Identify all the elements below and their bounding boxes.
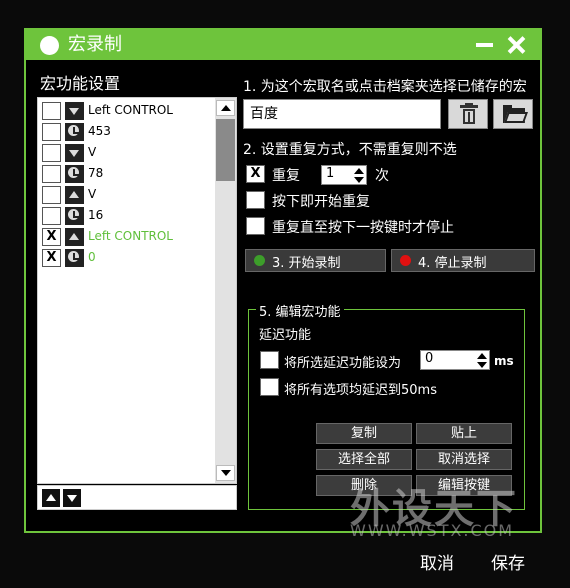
paste-button[interactable]: 贴上: [416, 423, 512, 444]
list-item-text: V: [88, 145, 97, 159]
clock-icon: [65, 249, 84, 267]
delay-value-stepper[interactable]: 0: [420, 350, 490, 370]
green-status-icon: [254, 255, 265, 266]
list-item-checkbox[interactable]: X: [42, 228, 61, 246]
red-status-icon: [400, 255, 411, 266]
delay-value: 0: [425, 351, 434, 366]
save-button[interactable]: 保存: [491, 549, 525, 574]
list-item-text: V: [88, 187, 97, 201]
scroll-up-icon[interactable]: [216, 100, 235, 116]
list-item-checkbox[interactable]: [42, 144, 61, 162]
watermark-url: WWW.WSTX.COM: [350, 521, 515, 540]
list-item-text: 0: [88, 250, 96, 264]
clock-icon: [65, 165, 84, 183]
delay-all-label: 将所有选项均延迟到50ms: [284, 383, 437, 398]
delete-macro-button[interactable]: [448, 99, 488, 129]
list-item-text: 16: [88, 208, 104, 222]
delay-all-checkbox[interactable]: [260, 378, 279, 396]
start-record-button[interactable]: 3. 开始录制: [245, 249, 386, 272]
press-repeat-checkbox[interactable]: [246, 191, 265, 209]
list-item[interactable]: 453: [42, 123, 214, 141]
list-item-checkbox[interactable]: [42, 123, 61, 141]
list-item[interactable]: 16: [42, 207, 214, 225]
list-item[interactable]: 78: [42, 165, 214, 183]
list-item-text: Left CONTROL: [88, 103, 173, 117]
list-item[interactable]: V: [42, 186, 214, 204]
copy-button[interactable]: 复制: [316, 423, 412, 444]
up-arrow-icon: [65, 186, 84, 204]
delay-set-checkbox[interactable]: [260, 351, 279, 369]
delay-unit-label: ms: [494, 354, 514, 368]
move-up-icon[interactable]: [42, 489, 60, 507]
close-icon[interactable]: [506, 34, 528, 56]
repeat-until-label: 重复直至按下一按键时才停止: [272, 220, 454, 236]
repeat-until-checkbox[interactable]: [246, 217, 265, 235]
up-arrow-icon: [65, 228, 84, 246]
list-item[interactable]: X Left CONTROL: [42, 228, 214, 246]
list-item-checkbox[interactable]: [42, 207, 61, 225]
list-item-checkbox[interactable]: [42, 165, 61, 183]
title-bar: 宏录制: [26, 30, 540, 60]
scroll-thumb[interactable]: [216, 119, 235, 181]
select-all-button[interactable]: 选择全部: [316, 449, 412, 470]
down-arrow-icon: [65, 144, 84, 162]
clock-icon: [65, 207, 84, 225]
window-title: 宏录制: [68, 34, 122, 55]
start-record-label: 3. 开始录制: [272, 256, 341, 271]
move-down-icon[interactable]: [63, 489, 81, 507]
list-item-text: 453: [88, 124, 111, 138]
scroll-down-icon[interactable]: [216, 465, 235, 481]
cancel-button[interactable]: 取消: [420, 549, 454, 574]
stop-record-label: 4. 停止录制: [418, 256, 487, 271]
list-item[interactable]: X0: [42, 249, 214, 267]
list-item-checkbox[interactable]: [42, 186, 61, 204]
deselect-button[interactable]: 取消选择: [416, 449, 512, 470]
repeat-count-value: 1: [326, 166, 335, 181]
edit-macro-title: 5. 编辑宏功能: [256, 301, 344, 320]
macro-function-title: 宏功能设置: [40, 74, 121, 93]
list-item-checkbox[interactable]: X: [42, 249, 61, 267]
list-item[interactable]: Left CONTROL: [42, 102, 214, 120]
macro-window: 宏录制 宏功能设置 1. 为这个宏取名或点击档案夹选择已储存的宏 百度 2. 设…: [24, 28, 542, 533]
press-repeat-label: 按下即开始重复: [272, 194, 370, 210]
app-logo-icon: [40, 36, 59, 55]
delay-title: 延迟功能: [259, 328, 312, 343]
list-item[interactable]: V: [42, 144, 214, 162]
stepper-arrows-icon[interactable]: [477, 352, 487, 370]
stepper-arrows-icon[interactable]: [354, 167, 364, 185]
clock-icon: [65, 123, 84, 141]
open-folder-button[interactable]: [493, 99, 533, 129]
repeat-checkbox[interactable]: X: [246, 165, 265, 183]
minimize-icon[interactable]: [474, 34, 496, 56]
list-reorder-bar: [37, 485, 237, 510]
step1-label: 1. 为这个宏取名或点击档案夹选择已储存的宏: [243, 79, 527, 95]
down-arrow-icon: [65, 102, 84, 120]
step2-label: 2. 设置重复方式，不需重复则不选: [243, 142, 457, 158]
repeat-label: 重复: [272, 168, 300, 184]
list-item-text: 78: [88, 166, 104, 180]
delay-set-label: 将所选延迟功能设为: [284, 356, 402, 371]
list-scrollbar[interactable]: [215, 98, 236, 483]
repeat-count-stepper[interactable]: 1: [321, 165, 367, 185]
macro-name-input[interactable]: 百度: [243, 99, 441, 129]
list-item-text: Left CONTROL: [88, 229, 173, 243]
repeat-unit-label: 次: [375, 168, 389, 184]
list-item-checkbox[interactable]: [42, 102, 61, 120]
stop-record-button[interactable]: 4. 停止录制: [391, 249, 535, 272]
